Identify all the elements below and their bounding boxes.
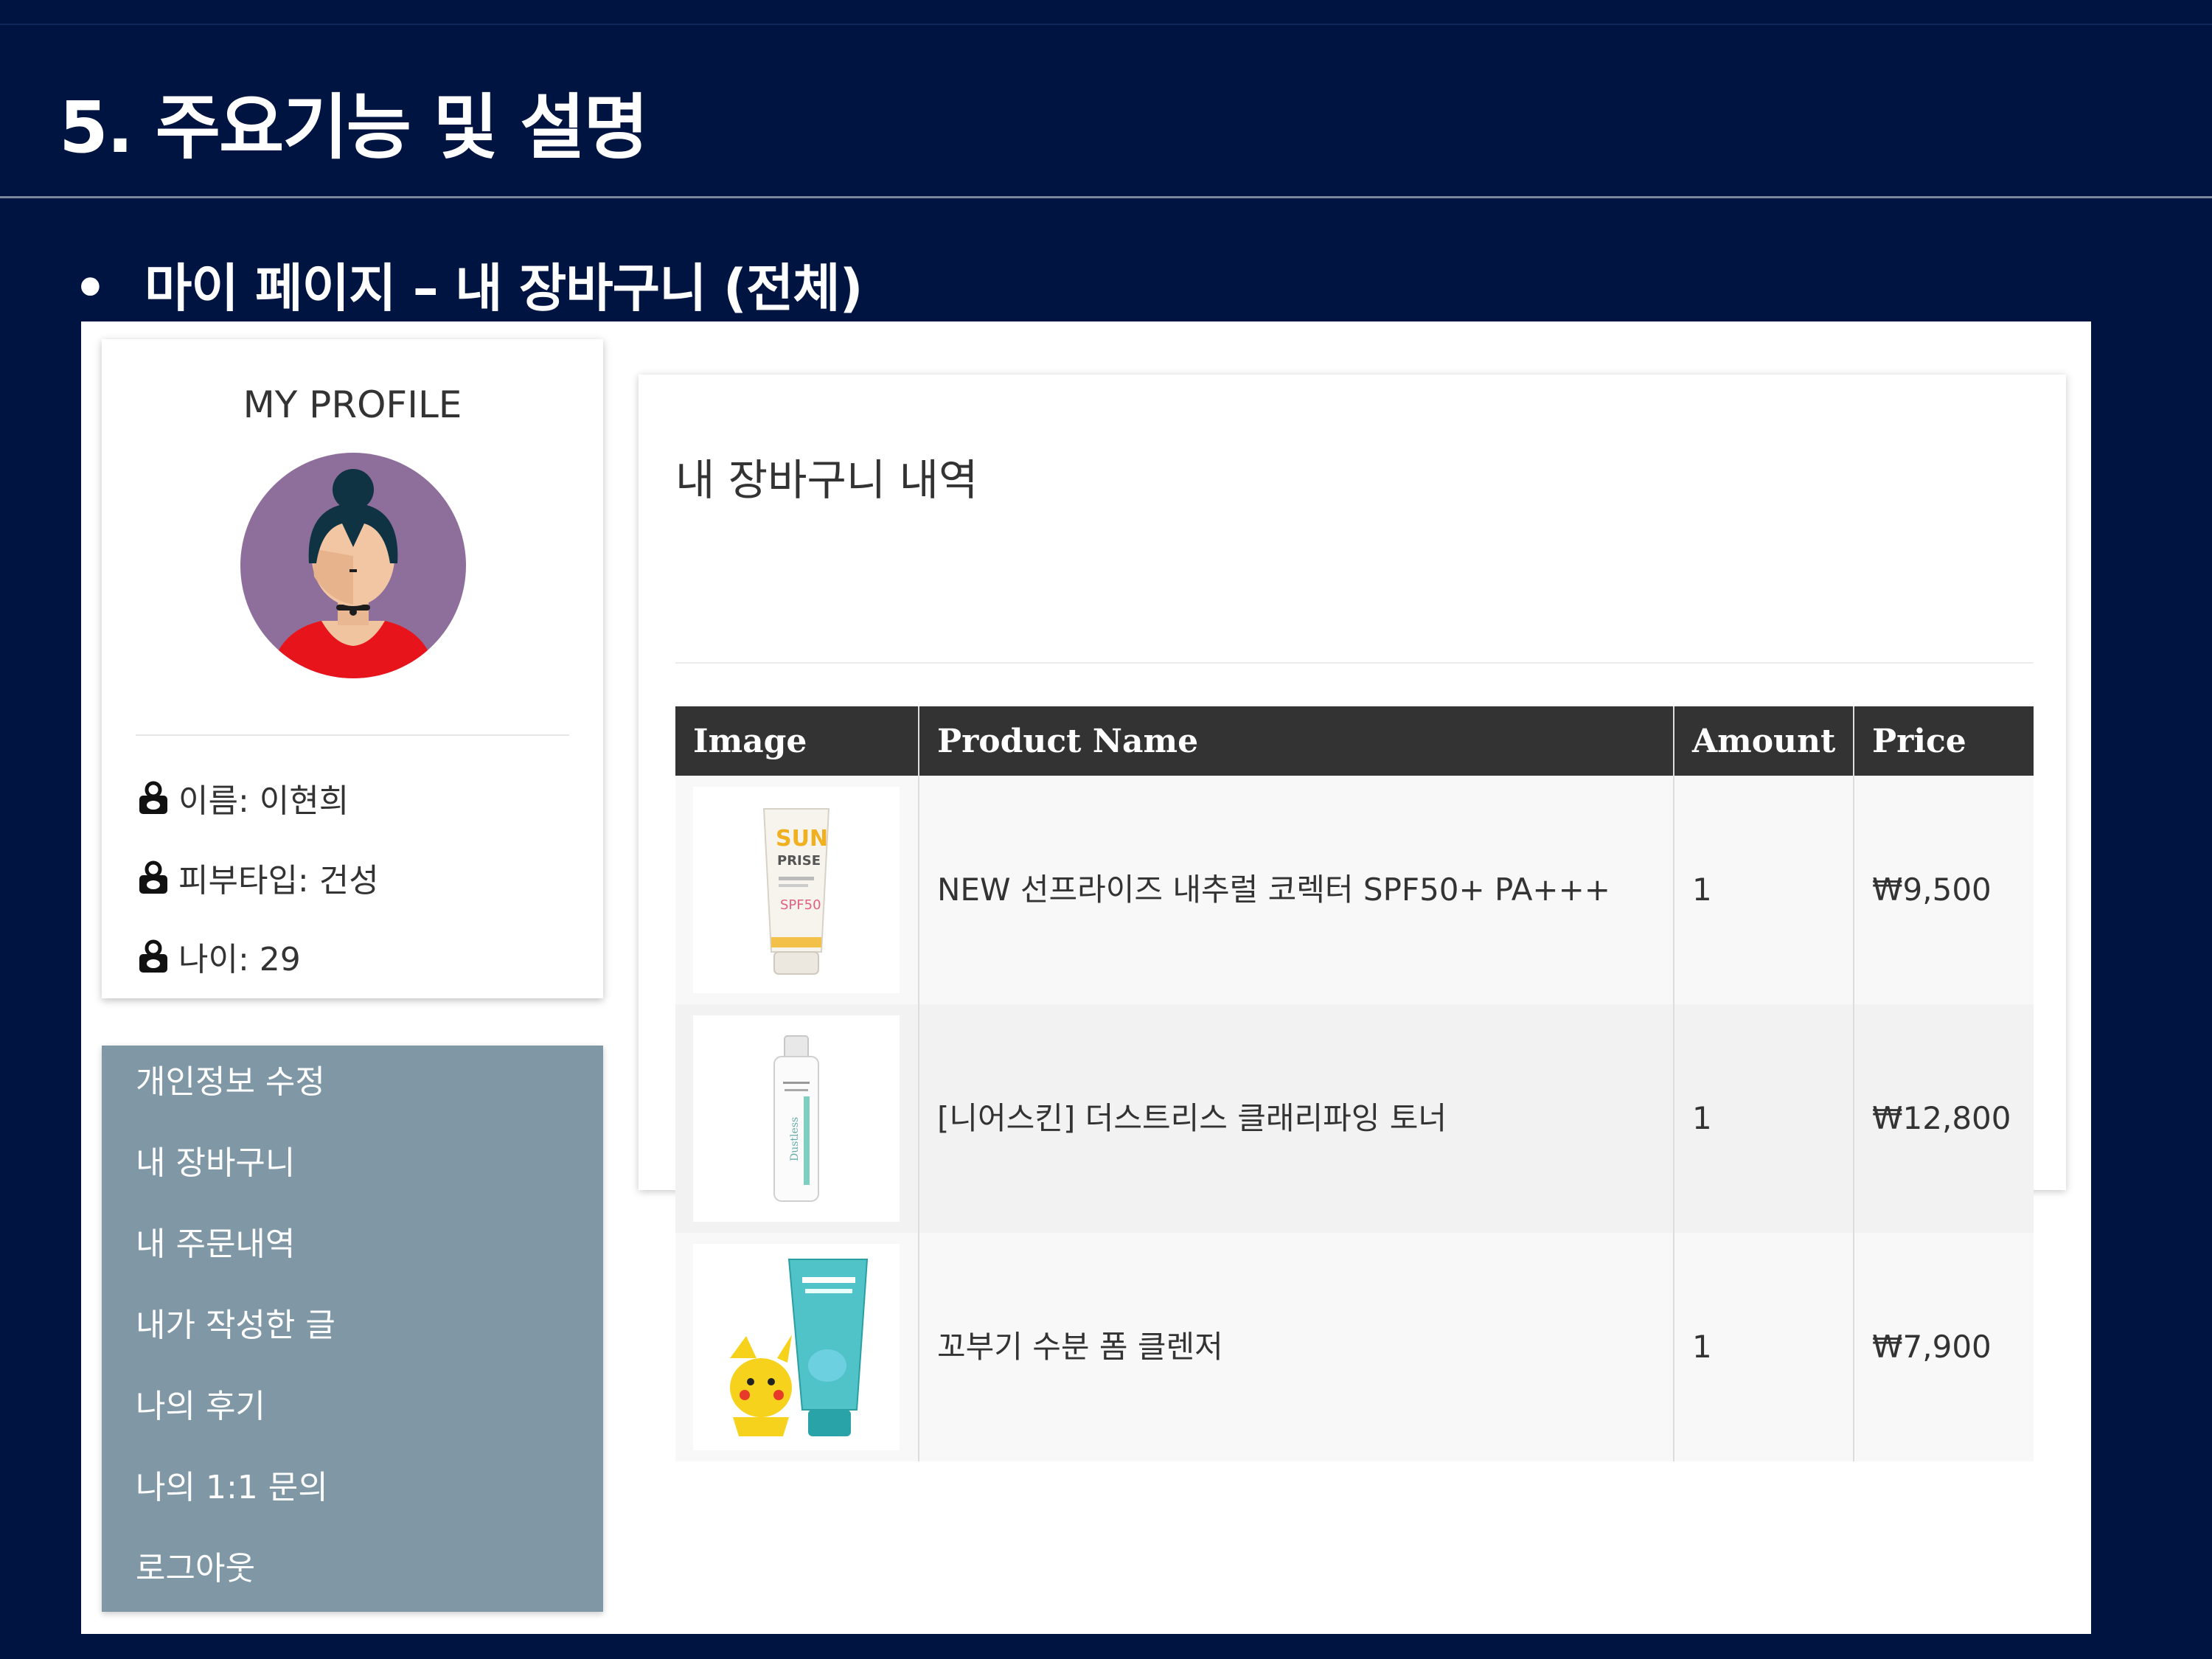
table-header-row: Image Product Name Amount Price: [675, 706, 2034, 776]
product-amount: 1: [1673, 776, 1854, 1004]
profile-skin-row: 피부타입: 건성: [136, 855, 379, 900]
screenshot-panel: MY PROFILE 이름: 이현희 피부타입: 건성 나이: 29 개인정보 …: [81, 321, 2091, 1634]
product-thumbnail[interactable]: Dustless: [693, 1015, 900, 1222]
user-lock-icon: [139, 781, 167, 814]
user-lock-icon: [139, 939, 167, 973]
product-thumbnail[interactable]: SUN PRISE SPF50: [693, 787, 900, 993]
toner-bottle-image: Dustless: [773, 1035, 819, 1202]
slide-subtitle: • 마이 페이지 – 내 장바구니 (전체): [74, 247, 863, 321]
product-image-cell: Dustless: [675, 1004, 919, 1233]
column-header-image: Image: [675, 706, 919, 776]
column-header-product-name: Product Name: [918, 706, 1674, 776]
table-row: 꼬부기 수분 폼 클렌저 1 ₩7,900: [675, 1233, 2034, 1461]
side-menu: 개인정보 수정 내 장바구니 내 주문내역 내가 작성한 글 나의 후기 나의 …: [102, 1046, 603, 1612]
profile-name: 이름: 이현희: [178, 782, 349, 820]
subtitle-text: 마이 페이지 – 내 장바구니 (전체): [145, 258, 863, 319]
profile-skin-type: 피부타입: 건성: [178, 862, 379, 900]
menu-item-logout[interactable]: 로그아웃: [136, 1547, 255, 1591]
product-price: ₩7,900: [1853, 1233, 2034, 1461]
foam-cleanser-pikachu-image: [730, 1259, 869, 1436]
product-name[interactable]: NEW 선프라이즈 내추럴 코렉터 SPF50+ PA+++: [918, 776, 1674, 1004]
top-line: [0, 24, 2212, 25]
profile-age: 나이: 29: [178, 941, 301, 978]
product-amount: 1: [1673, 1233, 1854, 1461]
menu-item-my-reviews[interactable]: 나의 후기: [136, 1385, 265, 1429]
cart-divider: [675, 662, 2034, 664]
product-price: ₩9,500: [1853, 776, 2034, 1004]
table-row: SUN PRISE SPF50 NEW 선프라이즈 내추럴 코렉터 SPF50+…: [675, 776, 2034, 1004]
product-price: ₩12,800: [1853, 1004, 2034, 1233]
menu-item-my-inquiries[interactable]: 나의 1:1 문의: [136, 1466, 328, 1510]
bullet: •: [74, 258, 107, 319]
product-name[interactable]: 꼬부기 수분 폼 클렌저: [918, 1233, 1674, 1461]
cart-title: 내 장바구니 내역: [675, 455, 978, 505]
column-header-price: Price: [1853, 706, 2034, 776]
sunscreen-tube-image: SUN PRISE SPF50: [762, 808, 830, 975]
profile-title: MY PROFILE: [243, 383, 462, 426]
menu-item-my-cart[interactable]: 내 장바구니: [136, 1141, 295, 1186]
column-header-amount: Amount: [1673, 706, 1854, 776]
slide-title: 5. 주요기능 및 설명: [59, 86, 649, 169]
profile-name-row: 이름: 이현희: [136, 776, 349, 820]
profile-card: MY PROFILE 이름: 이현희 피부타입: 건성 나이: 29: [102, 339, 603, 998]
menu-item-my-orders[interactable]: 내 주문내역: [136, 1222, 295, 1267]
title-rule: [0, 196, 2212, 198]
svg-text:SUN: SUN: [776, 826, 828, 852]
avatar: [240, 453, 466, 678]
product-amount: 1: [1673, 1004, 1854, 1233]
menu-item-edit-profile[interactable]: 개인정보 수정: [136, 1060, 325, 1105]
product-name[interactable]: [니어스킨] 더스트리스 클래리파잉 토너: [918, 1004, 1674, 1233]
product-thumbnail[interactable]: [693, 1244, 900, 1450]
user-lock-icon: [139, 860, 167, 894]
product-image-cell: [675, 1233, 919, 1461]
menu-item-my-posts[interactable]: 내가 작성한 글: [136, 1304, 335, 1348]
cart-table: Image Product Name Amount Price SUN PRIS…: [675, 706, 2034, 1461]
profile-age-row: 나이: 29: [136, 934, 301, 978]
svg-text:PRISE: PRISE: [777, 853, 821, 869]
svg-text:Dustless: Dustless: [789, 1117, 801, 1161]
svg-text:SPF50: SPF50: [780, 897, 821, 913]
cart-panel: 내 장바구니 내역 Image Product Name Amount Pric…: [639, 375, 2066, 1461]
product-image-cell: SUN PRISE SPF50: [675, 776, 919, 1004]
profile-divider: [136, 734, 569, 736]
table-row: Dustless [니어스킨] 더스트리스 클래리파잉 토너 1 ₩12,800: [675, 1004, 2034, 1233]
